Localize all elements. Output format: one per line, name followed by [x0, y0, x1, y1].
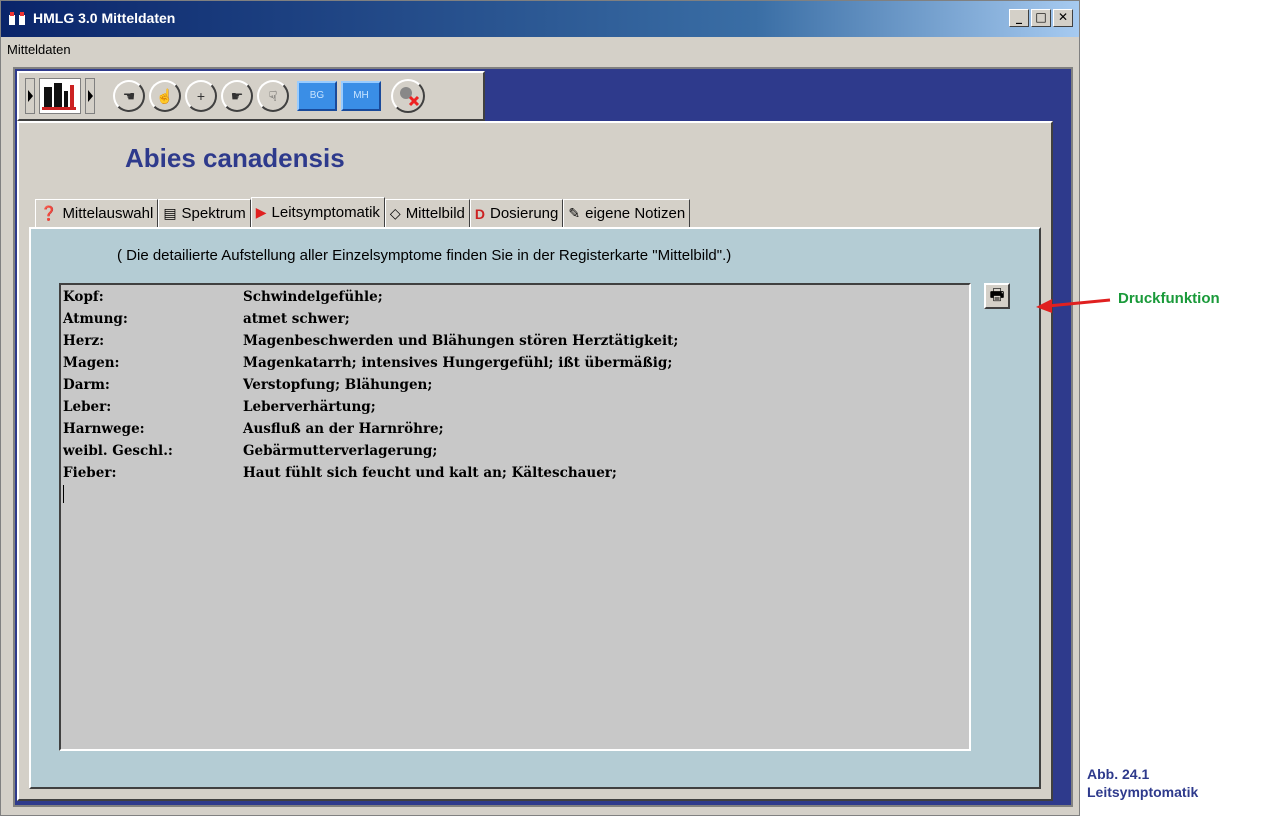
plus-icon[interactable]: +: [185, 80, 217, 112]
druckfunktion-label: Druckfunktion: [1118, 290, 1220, 307]
notes-icon: ✎: [568, 205, 581, 221]
hand-up-icon[interactable]: ☝: [149, 80, 181, 112]
tab-leitsymptomatik[interactable]: ▶ Leitsymptomatik: [250, 197, 385, 227]
title-bar[interactable]: HMLG 3.0 Mitteldaten _ □ ✕: [1, 1, 1079, 37]
dosage-icon: D: [474, 205, 485, 222]
toolbar: ☚ ☝ + ☛ ☟ BG MH: [17, 71, 485, 121]
spectrum-icon: ▤: [163, 205, 177, 221]
tab-mittelauswahl[interactable]: ❓ Mittelauswahl: [35, 199, 159, 227]
hand-right-icon[interactable]: ☛: [221, 80, 253, 112]
client-area: ☚ ☝ + ☛ ☟ BG MH Abies canadensis ❓ Mitte…: [13, 67, 1073, 807]
tab-spektrum[interactable]: ▤ Spektrum: [158, 199, 251, 227]
tab-mittelbild[interactable]: ◇ Mittelbild: [384, 199, 470, 227]
menu-mitteldaten[interactable]: Mitteldaten: [7, 42, 71, 57]
close-button[interactable]: ✕: [1053, 9, 1073, 27]
bottle-question-icon: ❓: [40, 205, 58, 221]
hand-left-icon[interactable]: ☚: [113, 80, 145, 112]
minimize-button[interactable]: _: [1009, 9, 1029, 27]
app-logo-icon: [9, 12, 25, 25]
leitsymptomatik-page: ( Die detailierte Aufstellung aller Einz…: [29, 227, 1041, 789]
remedy-title: Abies canadensis: [125, 143, 345, 173]
exit-icon[interactable]: [391, 79, 425, 113]
remedy-panel: Abies canadensis ❓ Mittelauswahl ▤ Spekt…: [17, 121, 1053, 801]
printer-icon: 🖶: [989, 287, 1005, 304]
diamond-icon: ◇: [389, 205, 401, 221]
caption-number: Abb. 24.1: [1087, 766, 1150, 782]
toolbar-arrow-right-icon[interactable]: [85, 78, 95, 114]
tab-eigene-notizen[interactable]: ✎ eigene Notizen: [563, 199, 691, 227]
bg-button[interactable]: BG: [297, 81, 337, 111]
hand-down-icon[interactable]: ☟: [257, 80, 289, 112]
play-arrow-icon: ▶: [255, 204, 267, 220]
text-caret: [63, 485, 64, 503]
maximize-button[interactable]: □: [1031, 9, 1051, 27]
tab-bar: ❓ Mittelauswahl ▤ Spektrum ▶ Leitsymptom…: [35, 197, 691, 227]
window-title: HMLG 3.0 Mitteldaten: [33, 10, 176, 26]
tab-dosierung[interactable]: D Dosierung: [469, 199, 564, 227]
mh-button[interactable]: MH: [341, 81, 381, 111]
toolbar-arrow-left-icon[interactable]: [25, 78, 35, 114]
caption-title: Leitsymptomatik: [1087, 784, 1199, 800]
red-arrow-icon: [1036, 298, 1111, 313]
chart-icon[interactable]: [39, 78, 81, 114]
figure-caption: Abb. 24.1 Leitsymptomatik: [1087, 765, 1198, 801]
print-button[interactable]: 🖶: [984, 283, 1010, 309]
symptom-textarea[interactable]: Kopf: Schwindelgefühle; Atmung: atmet schw…: [59, 283, 971, 751]
app-window: HMLG 3.0 Mitteldaten _ □ ✕ Mitteldaten ☚: [0, 0, 1080, 816]
hint-text: ( Die detailierte Aufstellung aller Einz…: [117, 247, 732, 264]
menu-bar: Mitteldaten: [1, 37, 1079, 61]
